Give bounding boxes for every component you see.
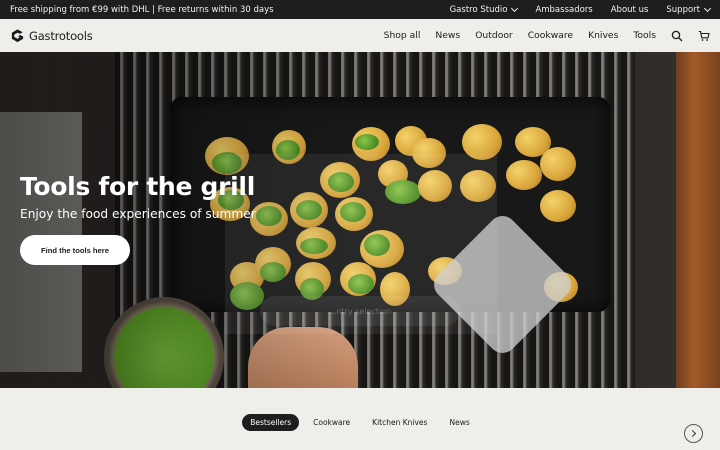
hero-subtitle: Enjoy the food experiences of summer [20,207,256,221]
chevron-down-icon [703,4,712,12]
chevron-down-icon [511,4,519,12]
category-tabs: Bestsellers Cookware Kitchen Knives News [0,414,720,432]
top-link-ambassadors[interactable]: Ambassadors [535,5,592,15]
brand-name: Gastrotools [29,28,93,43]
nav-outdoor[interactable]: Outdoor [475,30,513,41]
main-nav: Shop all News Outdoor Cookware Knives To… [384,30,710,42]
tab-bestsellers[interactable]: Bestsellers [242,414,300,431]
chevron-right-icon [688,429,697,438]
top-link-label: Support [666,4,700,15]
top-link-label: Gastro Studio [449,4,508,15]
hero-image-wood-board [676,52,720,388]
nav-cookware[interactable]: Cookware [528,30,573,41]
top-link-support[interactable]: Support [666,4,712,15]
hero-banner: ...ntry selection Tools for the grill En… [0,52,720,388]
carousel-next-button[interactable] [684,424,703,443]
logo-icon [11,29,24,43]
tab-cookware[interactable]: Cookware [305,414,358,431]
tab-kitchen-knives[interactable]: Kitchen Knives [364,414,435,431]
shipping-promo-text: Free shipping from €99 with DHL | Free r… [10,4,274,15]
nav-shop-all[interactable]: Shop all [384,30,421,41]
top-links: Gastro Studio Ambassadors About us Suppo… [449,4,712,15]
find-tools-button[interactable]: Find the tools here [20,235,130,265]
tab-news[interactable]: News [441,414,477,431]
top-link-gastro-studio[interactable]: Gastro Studio [449,4,519,15]
announcement-bar: Free shipping from €99 with DHL | Free r… [0,0,720,19]
nav-knives[interactable]: Knives [588,30,618,41]
nav-news[interactable]: News [435,30,460,41]
main-header: Gastrotools Shop all News Outdoor Cookwa… [0,19,720,52]
cart-icon[interactable] [698,30,710,42]
hero-title: Tools for the grill [20,172,255,201]
top-link-about-us[interactable]: About us [611,5,649,15]
search-icon[interactable] [671,30,683,42]
country-selector-ghost-button: ...ntry selection [260,296,460,326]
brand-logo[interactable]: Gastrotools [10,28,93,43]
nav-tools[interactable]: Tools [633,30,656,41]
